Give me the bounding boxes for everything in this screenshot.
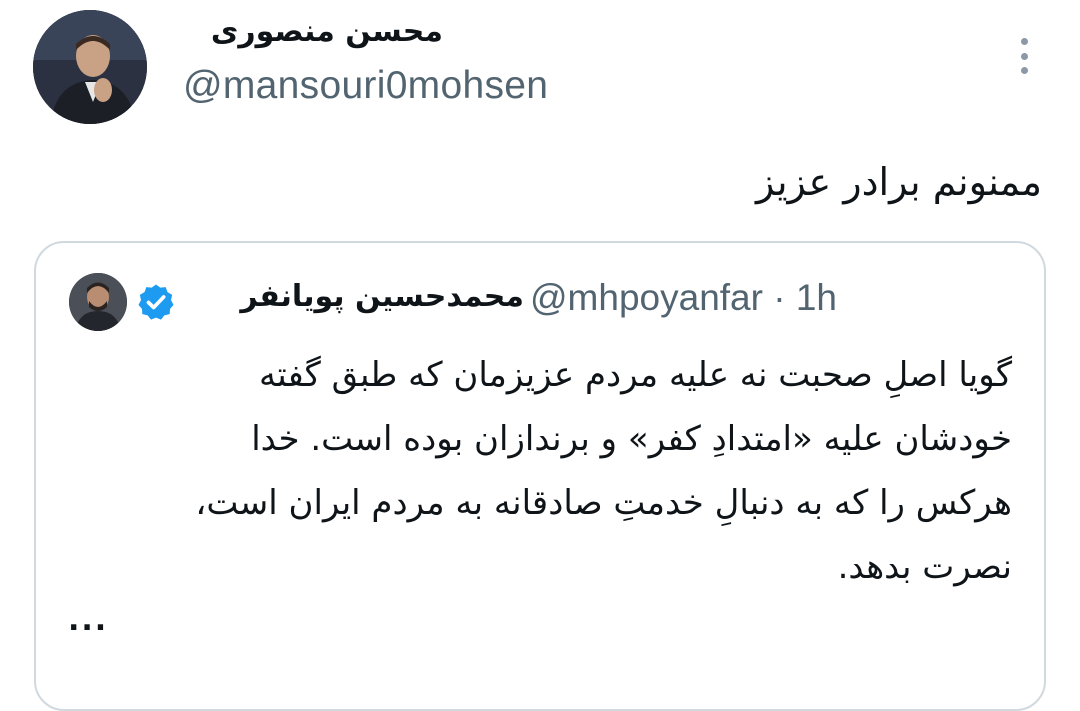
quoted-text-line: خودشان علیه «امتدادِ کفر» و برندازان بود…: [251, 419, 1012, 459]
meta-separator: ·: [773, 277, 786, 318]
tweet-text: ممنونم برادر عزیز: [755, 160, 1042, 204]
quoted-author-avatar[interactable]: [69, 273, 127, 331]
quoted-avatar-image: [69, 273, 127, 331]
verified-badge-icon: [138, 284, 174, 320]
author-avatar[interactable]: [33, 10, 147, 124]
more-vertical-icon[interactable]: [1013, 36, 1035, 76]
quoted-tweet-card[interactable]: محمدحسین پویانفر @mhpoyanfar · 1h گویا ا…: [34, 241, 1046, 711]
author-avatar-image: [33, 10, 147, 124]
quoted-text-line: نصرت بدهد.: [837, 547, 1012, 587]
quoted-author-handle[interactable]: @mhpoyanfar: [530, 277, 763, 318]
quoted-meta: @mhpoyanfar · 1h: [530, 277, 837, 319]
author-handle[interactable]: @mansouri0mohsen: [183, 64, 548, 108]
quoted-author-name[interactable]: محمدحسین پویانفر: [184, 279, 524, 314]
quoted-tweet-text: گویا اصلِ صحبت نه علیه مردم عزیزمان که ط…: [62, 343, 1012, 599]
quoted-text-line: گویا اصلِ صحبت نه علیه مردم عزیزمان که ط…: [258, 355, 1012, 395]
author-name[interactable]: محسن منصوری: [183, 14, 443, 49]
quoted-text-line: هرکس را که به دنبالِ خدمتِ صادقانه به مر…: [195, 483, 1012, 523]
truncation-ellipsis: ...: [68, 603, 109, 638]
quoted-timestamp[interactable]: 1h: [796, 277, 837, 318]
